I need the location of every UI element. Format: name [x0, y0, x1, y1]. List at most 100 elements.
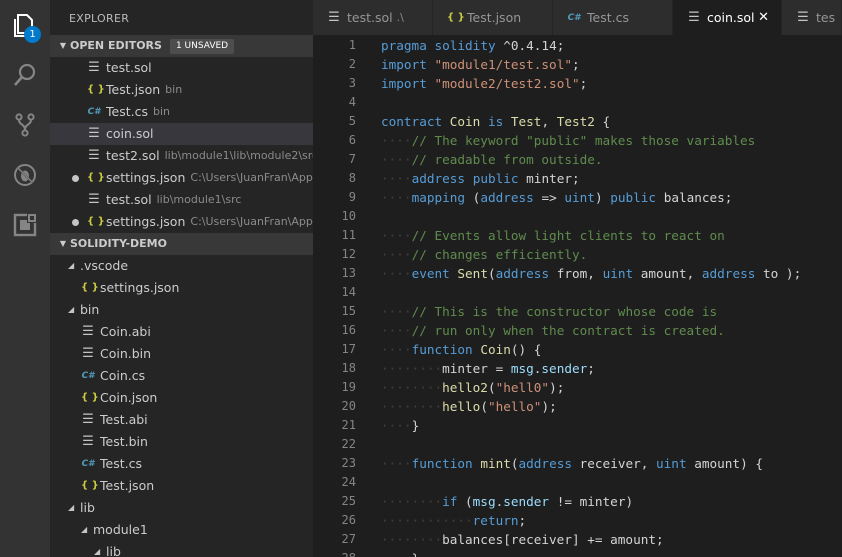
tab-tes[interactable]: ☰ tes: [782, 0, 842, 35]
tab-label: tes: [816, 10, 836, 25]
json-icon: { }: [447, 12, 465, 23]
extensions-icon: [13, 213, 37, 237]
code-text: ····}: [381, 549, 419, 557]
tree-file[interactable]: { } Coin.json: [50, 387, 313, 409]
code-text: import "module1/test.sol";: [381, 55, 580, 74]
open-editor-item[interactable]: ☰ test.sol: [50, 57, 313, 79]
tree-file[interactable]: { } settings.json: [50, 277, 313, 299]
lines-icon: ☰: [88, 60, 100, 75]
code-token: address: [518, 456, 572, 471]
code-text: ············return;: [381, 511, 526, 530]
code-text: ····address public minter;: [381, 169, 580, 188]
code-token: hello: [442, 399, 481, 414]
tree-file[interactable]: ☰ Coin.bin: [50, 343, 313, 365]
code-token: public: [472, 171, 519, 186]
line-number: 2: [348, 57, 356, 71]
source-control-icon: [15, 113, 35, 137]
tree-file[interactable]: C# Test.cs: [50, 453, 313, 475]
code-editor[interactable]: 1 pragma solidity ^0.4.14; 2 import "module…: [313, 35, 842, 557]
tree-folder[interactable]: ◢ module1: [50, 519, 313, 541]
code-token: ········: [381, 399, 443, 414]
tree-file[interactable]: ☰ Test.abi: [50, 409, 313, 431]
code-token: ,: [541, 114, 557, 129]
tree-folder[interactable]: ◢ lib: [50, 541, 313, 557]
open-editor-item[interactable]: ☰ test2.sol lib\module1\lib\module2\src: [50, 145, 313, 167]
code-token: ····: [381, 171, 412, 186]
source-control-activity-button[interactable]: [0, 100, 50, 150]
tree-folder[interactable]: ◢ lib: [50, 497, 313, 519]
tab-path: .\: [396, 11, 404, 24]
tab-coin-sol[interactable]: ☰ coin.sol ✕: [673, 0, 782, 35]
tree-item-label: Coin.json: [100, 390, 158, 405]
code-token: ;: [518, 513, 527, 528]
debug-activity-button[interactable]: [0, 150, 50, 200]
code-token: event: [411, 266, 450, 281]
code-token: return: [472, 513, 519, 528]
code-token: "module2/test2.sol": [434, 76, 580, 91]
open-editor-path: C:\Users\JuanFran\App...: [190, 215, 313, 228]
code-line: 25 ········if (msg.sender != minter): [313, 492, 842, 511]
tree-file[interactable]: C# Coin.cs: [50, 365, 313, 387]
unsaved-dot-icon: [72, 219, 79, 226]
code-token: uint: [602, 266, 634, 281]
open-editor-item[interactable]: { } Test.json bin: [50, 79, 313, 101]
tree-file[interactable]: { } Test.json: [50, 475, 313, 497]
json-icon: { }: [87, 84, 105, 95]
tab-label: Test.cs: [587, 10, 629, 25]
line-number: 8: [348, 171, 356, 185]
chevron-down-icon: ◢: [81, 525, 88, 534]
tree-file[interactable]: ☰ Test.bin: [50, 431, 313, 453]
code-text: ····// changes efficiently.: [381, 245, 587, 264]
code-token: sender: [541, 361, 588, 376]
tree-folder[interactable]: ◢ .vscode: [50, 255, 313, 277]
lines-icon: ☰: [328, 10, 340, 25]
code-text: ····// run only when the contract is cre…: [381, 321, 725, 340]
code-token: (: [487, 266, 496, 281]
code-line: 10: [313, 207, 842, 226]
code-token: mapping: [411, 190, 466, 205]
open-editor-item[interactable]: { } settings.json C:\Users\JuanFran\App...: [50, 211, 313, 233]
open-editor-item[interactable]: ☰ test.sol lib\module1\src: [50, 189, 313, 211]
chevron-down-icon: ▼: [59, 41, 67, 50]
tab-test-sol[interactable]: ☰ test.sol .\: [313, 0, 433, 35]
tree-item-label: Coin.cs: [100, 368, 146, 383]
line-number: 1: [348, 38, 356, 52]
code-token: (: [465, 190, 481, 205]
lines-icon: ☰: [82, 412, 94, 427]
code-token: ^0.4.14;: [495, 38, 565, 53]
open-editors-header[interactable]: ▼ OPEN EDITORS 1 UNSAVED: [50, 35, 313, 57]
code-text: ········hello("hello");: [381, 397, 557, 416]
extensions-activity-button[interactable]: [0, 200, 50, 250]
code-line: 28 ····}: [313, 549, 842, 557]
code-token: function: [411, 456, 473, 471]
code-text: ········balances[receiver] += amount;: [381, 530, 664, 549]
tree-folder[interactable]: ◢ bin: [50, 299, 313, 321]
project-header[interactable]: ▼ SOLIDITY-DEMO: [50, 233, 313, 255]
lines-icon: ☰: [797, 10, 809, 25]
line-number: 22: [341, 437, 356, 451]
tab-test-json[interactable]: { } Test.json: [433, 0, 553, 35]
debug-icon: [14, 164, 36, 186]
tree-file[interactable]: ☰ Coin.abi: [50, 321, 313, 343]
code-token: // This is the constructor whose code is: [411, 304, 718, 319]
tab-test-cs[interactable]: C# Test.cs: [553, 0, 673, 35]
open-editor-item[interactable]: C# Test.cs bin: [50, 101, 313, 123]
lines-icon: ☰: [88, 148, 100, 163]
code-token: from,: [549, 266, 603, 281]
open-editor-item[interactable]: ☰ coin.sol: [50, 123, 313, 145]
line-number: 6: [348, 133, 356, 147]
explorer-activity-button[interactable]: 1: [0, 0, 50, 50]
chevron-down-icon: ▼: [59, 239, 67, 248]
code-text: ····event Sent(address from, uint amount…: [381, 264, 801, 283]
sidebar-title: EXPLORER: [69, 12, 130, 25]
code-token: address: [495, 266, 550, 281]
code-token: Sent: [457, 266, 488, 281]
line-number: 27: [341, 532, 356, 546]
open-editor-item[interactable]: { } settings.json C:\Users\JuanFran\App...: [50, 167, 313, 189]
chevron-down-icon: ◢: [68, 305, 75, 314]
close-icon[interactable]: ✕: [758, 10, 769, 25]
chevron-down-icon: ◢: [68, 503, 75, 512]
search-activity-button[interactable]: [0, 50, 50, 100]
